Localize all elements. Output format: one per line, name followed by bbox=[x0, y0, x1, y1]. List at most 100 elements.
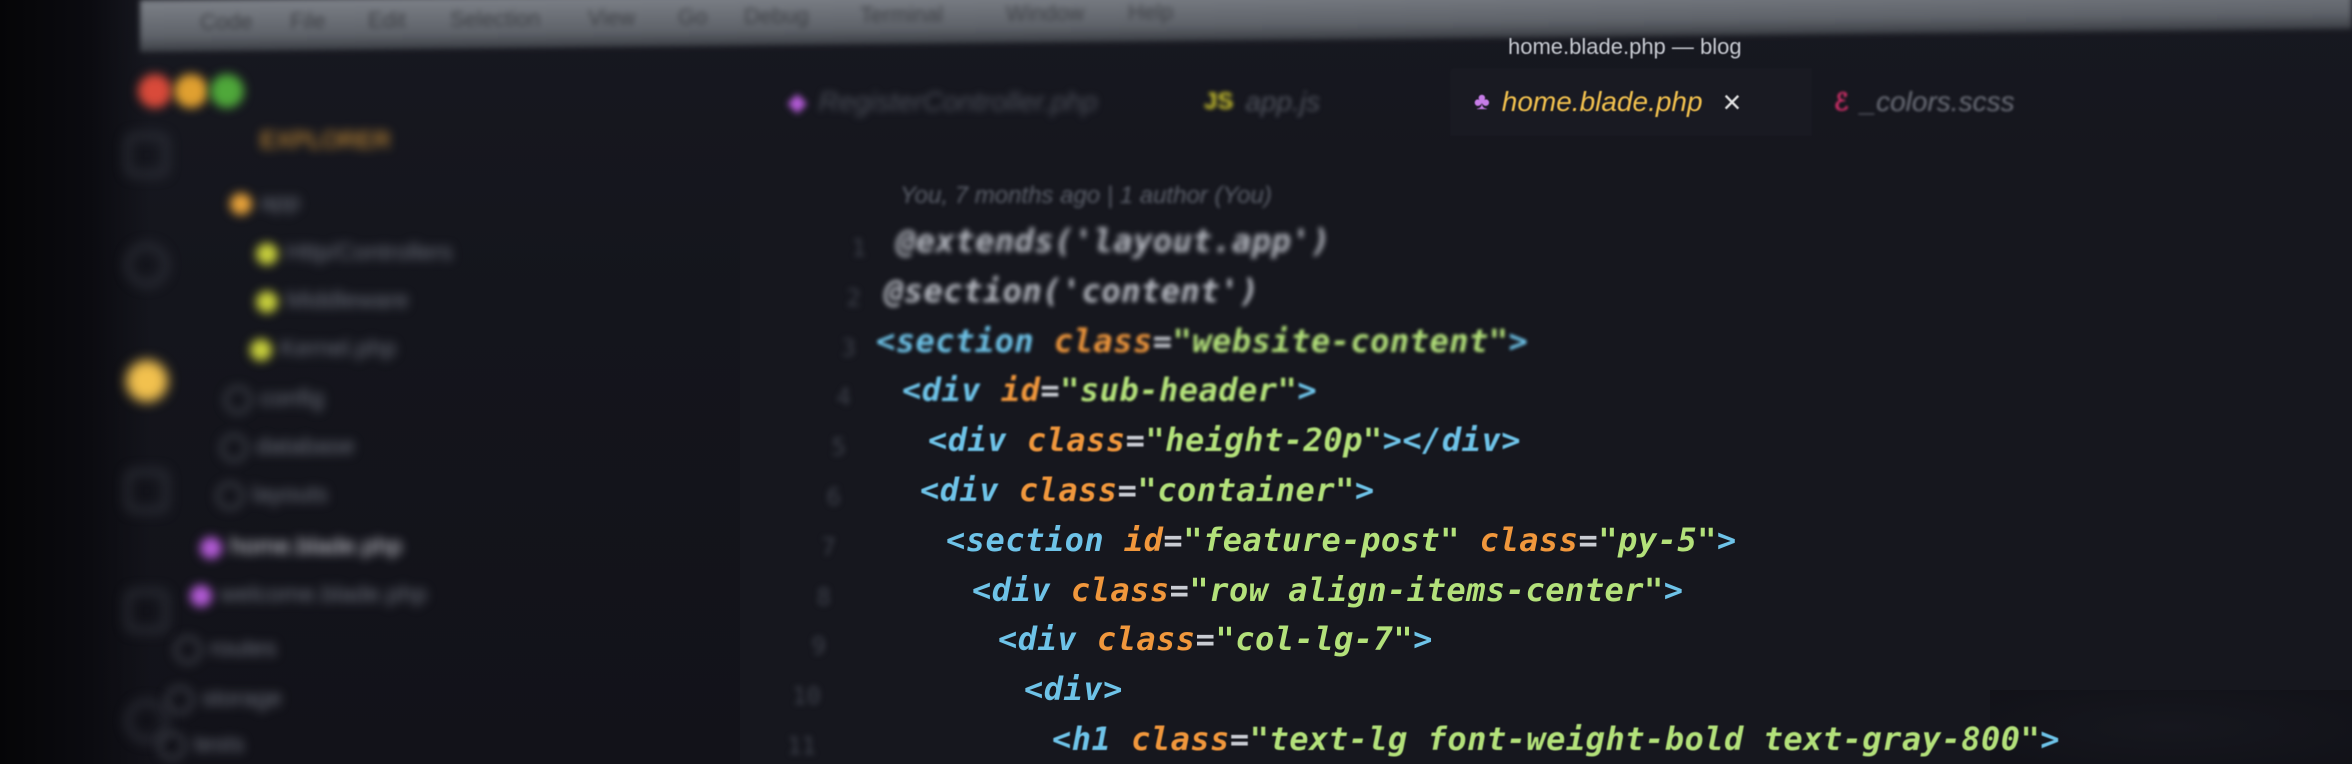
menu-item-debug[interactable]: Debug bbox=[744, 3, 809, 30]
code-token: class bbox=[1077, 620, 1196, 659]
code-token: div bbox=[1043, 670, 1104, 709]
code-line[interactable]: <div class="col-lg-7"> bbox=[998, 620, 1433, 658]
line-number: 1 bbox=[851, 234, 866, 262]
tab-app-js[interactable]: JS app.js bbox=[1204, 68, 1404, 136]
tree-item[interactable]: routes bbox=[174, 635, 277, 664]
source-control-icon[interactable] bbox=[126, 360, 168, 402]
line-number: 9 bbox=[811, 632, 826, 661]
tree-item[interactable]: Kernel.php bbox=[250, 335, 396, 363]
menu-item-file[interactable]: File bbox=[290, 8, 325, 34]
code-line[interactable]: <div class="row align-items-center"> bbox=[972, 571, 1684, 609]
search-icon[interactable] bbox=[126, 244, 168, 286]
code-line[interactable]: @extends('layout.app') bbox=[896, 222, 1331, 260]
folder-icon bbox=[224, 385, 252, 414]
code-line[interactable]: <h1 class="text-lg font-weight-bold text… bbox=[1052, 720, 2060, 758]
js-icon: JS bbox=[1204, 88, 1234, 115]
menu-item-view[interactable]: View bbox=[588, 5, 635, 31]
code-token: = bbox=[1229, 720, 1250, 758]
code-token: > bbox=[1354, 471, 1375, 509]
code-line[interactable]: <div id="sub-header"> bbox=[902, 371, 1317, 409]
code-token: "row align-items-center" bbox=[1189, 570, 1664, 609]
tree-item[interactable]: home.blade.php bbox=[200, 533, 402, 561]
code-token: "container" bbox=[1137, 471, 1355, 509]
code-token: = bbox=[1195, 620, 1216, 659]
code-line[interactable]: <section class="website-content"> bbox=[876, 322, 1528, 360]
blade-file-icon bbox=[190, 584, 212, 607]
tree-item-label: welcome.blade.php bbox=[220, 581, 427, 608]
tree-item-label: config bbox=[260, 385, 325, 412]
tree-item-label: layouts bbox=[252, 481, 329, 508]
code-token: div bbox=[921, 371, 982, 410]
code-token: > bbox=[1413, 620, 1433, 659]
extensions-icon[interactable] bbox=[126, 590, 168, 632]
code-token: "website-content" bbox=[1172, 321, 1509, 360]
code-token: ></ bbox=[1382, 421, 1442, 460]
code-token: < bbox=[946, 520, 966, 559]
tab-register-controller[interactable]: ◆ RegisterController.php bbox=[788, 68, 1168, 136]
line-number: 2 bbox=[846, 283, 861, 312]
blade-file-icon bbox=[200, 536, 222, 559]
menu-item-selection[interactable]: Selection bbox=[450, 6, 541, 33]
editor-screen: Code File Edit Selection View Go Debug T… bbox=[0, 0, 2352, 764]
close-icon[interactable]: × bbox=[1723, 84, 1742, 121]
code-line[interactable]: <div class="container"> bbox=[920, 471, 1375, 509]
menu-item-go[interactable]: Go bbox=[678, 4, 707, 30]
code-token: @section('content') bbox=[884, 271, 1260, 310]
code-token: > bbox=[1297, 371, 1318, 410]
files-icon[interactable] bbox=[126, 134, 168, 176]
code-token: < bbox=[1052, 720, 1072, 758]
code-line[interactable]: <section id="feature-post" class="py-5"> bbox=[946, 521, 1737, 559]
code-line[interactable]: <div class="height-20p"></div> bbox=[928, 421, 1521, 459]
php-icon: ◆ bbox=[788, 88, 807, 116]
tab-home-blade[interactable]: ♣ home.blade.php × bbox=[1450, 68, 1812, 136]
window-title: home.blade.php — blog bbox=[1508, 34, 1742, 59]
code-token: > bbox=[1663, 570, 1684, 609]
tree-item[interactable]: Middleware bbox=[256, 287, 409, 315]
tree-item[interactable]: layouts bbox=[216, 481, 328, 510]
line-number: 10 bbox=[792, 682, 821, 711]
maximize-window-icon[interactable] bbox=[210, 74, 244, 108]
line-number: 4 bbox=[836, 383, 851, 412]
code-token: < bbox=[998, 620, 1018, 659]
menu-item-code[interactable]: Code bbox=[200, 9, 253, 36]
menu-item-edit[interactable]: Edit bbox=[368, 7, 406, 33]
code-token: class bbox=[999, 471, 1118, 509]
tab-label: app.js bbox=[1245, 86, 1321, 117]
code-token: div bbox=[1017, 620, 1078, 659]
tab-colors-scss[interactable]: ℰ _colors.scss bbox=[1834, 68, 2054, 136]
tree-item[interactable]: storage bbox=[166, 685, 282, 714]
code-token: < bbox=[1024, 670, 1044, 709]
code-token: h1 bbox=[1071, 720, 1112, 758]
tree-item[interactable]: database bbox=[220, 433, 355, 462]
tree-item[interactable]: config bbox=[224, 385, 324, 414]
code-token: = bbox=[1578, 520, 1599, 559]
git-blame-annotation: You, 7 months ago | 1 author (You) bbox=[900, 182, 1272, 209]
tab-label: RegisterController.php bbox=[818, 86, 1098, 117]
tree-item[interactable]: welcome.blade.php bbox=[190, 581, 427, 609]
sass-icon: ℰ bbox=[1834, 88, 1849, 116]
line-number-gutter: 1 2 3 4 5 6 7 8 9 10 11 bbox=[740, 140, 870, 764]
code-token: < bbox=[920, 471, 940, 509]
code-token: > bbox=[1508, 321, 1529, 360]
code-line[interactable]: @section('content') bbox=[884, 272, 1260, 310]
file-explorer: EXPLORER app Http/Controllers Middleware… bbox=[158, 115, 740, 764]
close-window-icon[interactable] bbox=[138, 74, 172, 108]
tab-label: home.blade.php bbox=[1501, 86, 1703, 117]
menu-item-terminal[interactable]: Terminal bbox=[860, 2, 943, 29]
menu-item-help[interactable]: Help bbox=[1128, 0, 1173, 26]
code-token: id bbox=[1104, 520, 1164, 559]
folder-icon bbox=[230, 192, 252, 215]
menu-item-window[interactable]: Window bbox=[1006, 0, 1084, 27]
tree-item-label: home.blade.php bbox=[230, 533, 403, 560]
debug-icon[interactable] bbox=[126, 470, 168, 512]
minimize-window-icon[interactable] bbox=[174, 74, 208, 108]
tab-bar: ◆ RegisterController.php JS app.js ♣ hom… bbox=[770, 68, 2352, 138]
tree-item[interactable]: tests bbox=[158, 731, 245, 760]
tree-item[interactable]: Http/Controllers bbox=[256, 239, 453, 267]
folder-icon bbox=[166, 685, 194, 714]
tree-item-label: Http/Controllers bbox=[286, 239, 453, 266]
folder-icon bbox=[216, 481, 244, 510]
code-line[interactable]: <div> bbox=[1024, 670, 1123, 708]
line-number: 5 bbox=[831, 433, 846, 462]
tree-item[interactable]: app bbox=[230, 189, 300, 217]
